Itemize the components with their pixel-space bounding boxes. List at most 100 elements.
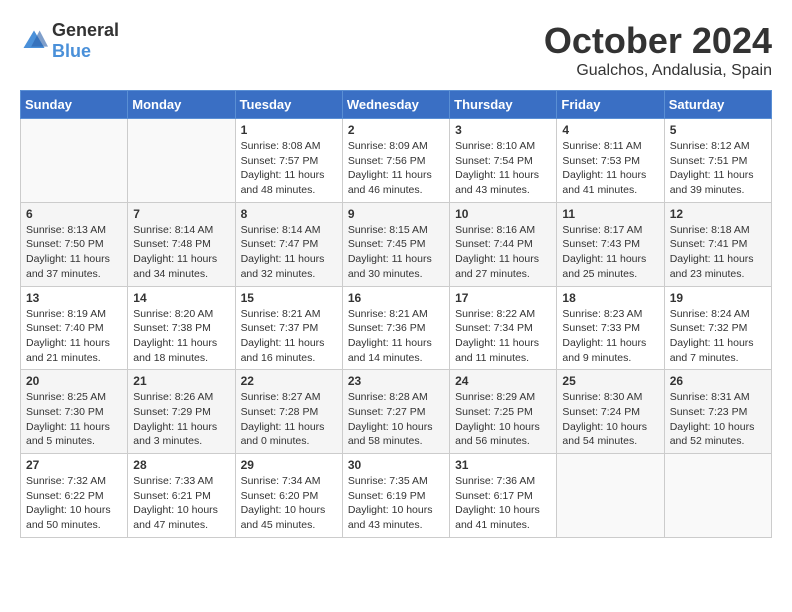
day-info: Sunrise: 7:35 AMSunset: 6:19 PMDaylight:… — [348, 474, 444, 533]
calendar-cell — [664, 454, 771, 538]
logo-icon — [20, 27, 48, 55]
calendar-week-2: 6Sunrise: 8:13 AMSunset: 7:50 PMDaylight… — [21, 202, 772, 286]
calendar-cell: 27 Sunrise: 7:32 AMSunset: 6:22 PMDayligh… — [21, 454, 128, 538]
day-info: Sunrise: 7:33 AMSunset: 6:21 PMDaylight:… — [133, 474, 229, 533]
calendar-cell: 28 Sunrise: 7:33 AMSunset: 6:21 PMDayligh… — [128, 454, 235, 538]
day-number: 18 — [562, 291, 658, 305]
day-info: Sunrise: 8:21 AMSunset: 7:37 PMDaylight:… — [241, 307, 337, 366]
page-header: General Blue October 2024 Gualchos, Anda… — [20, 20, 772, 80]
day-number: 10 — [455, 207, 551, 221]
calendar-cell: 22Sunrise: 8:27 AMSunset: 7:28 PMDayligh… — [235, 370, 342, 454]
day-info: Sunrise: 8:11 AMSunset: 7:53 PMDaylight:… — [562, 139, 658, 198]
calendar-table: Sunday Monday Tuesday Wednesday Thursday… — [20, 90, 772, 538]
calendar-cell: 8Sunrise: 8:14 AMSunset: 7:47 PMDaylight… — [235, 202, 342, 286]
day-number: 29 — [241, 458, 337, 472]
day-number: 2 — [348, 123, 444, 137]
day-number: 4 — [562, 123, 658, 137]
day-info: Sunrise: 8:13 AMSunset: 7:50 PMDaylight:… — [26, 223, 122, 282]
day-number: 19 — [670, 291, 766, 305]
day-info: Sunrise: 8:26 AMSunset: 7:29 PMDaylight:… — [133, 390, 229, 449]
day-info: Sunrise: 8:15 AMSunset: 7:45 PMDaylight:… — [348, 223, 444, 282]
day-info: Sunrise: 8:19 AMSunset: 7:40 PMDaylight:… — [26, 307, 122, 366]
logo: General Blue — [20, 20, 119, 62]
day-info: Sunrise: 8:28 AMSunset: 7:27 PMDaylight:… — [348, 390, 444, 449]
day-info: Sunrise: 7:36 AMSunset: 6:17 PMDaylight:… — [455, 474, 551, 533]
calendar-cell: 18 Sunrise: 8:23 AMSunset: 7:33 PMDayligh… — [557, 286, 664, 370]
day-number: 24 — [455, 374, 551, 388]
day-number: 28 — [133, 458, 229, 472]
calendar-cell: 15 Sunrise: 8:21 AMSunset: 7:37 PMDayligh… — [235, 286, 342, 370]
logo-general: General — [52, 20, 119, 40]
day-number: 13 — [26, 291, 122, 305]
calendar-week-3: 13 Sunrise: 8:19 AMSunset: 7:40 PMDayligh… — [21, 286, 772, 370]
day-number: 25 — [562, 374, 658, 388]
day-number: 23 — [348, 374, 444, 388]
calendar-cell: 9 Sunrise: 8:15 AMSunset: 7:45 PMDaylight… — [342, 202, 449, 286]
calendar-cell: 7 Sunrise: 8:14 AMSunset: 7:48 PMDaylight… — [128, 202, 235, 286]
day-number: 9 — [348, 207, 444, 221]
header-sunday: Sunday — [21, 91, 128, 119]
calendar-cell — [557, 454, 664, 538]
calendar-cell: 10 Sunrise: 8:16 AMSunset: 7:44 PMDayligh… — [450, 202, 557, 286]
day-info: Sunrise: 8:23 AMSunset: 7:33 PMDaylight:… — [562, 307, 658, 366]
day-number: 15 — [241, 291, 337, 305]
day-info: Sunrise: 7:32 AMSunset: 6:22 PMDaylight:… — [26, 474, 122, 533]
day-info: Sunrise: 8:18 AMSunset: 7:41 PMDaylight:… — [670, 223, 766, 282]
logo-blue: Blue — [52, 41, 91, 61]
calendar-cell: 12Sunrise: 8:18 AMSunset: 7:41 PMDayligh… — [664, 202, 771, 286]
header-thursday: Thursday — [450, 91, 557, 119]
day-number: 5 — [670, 123, 766, 137]
calendar-cell: 3 Sunrise: 8:10 AMSunset: 7:54 PMDaylight… — [450, 119, 557, 203]
calendar-cell: 26 Sunrise: 8:31 AMSunset: 7:23 PMDayligh… — [664, 370, 771, 454]
day-info: Sunrise: 8:09 AMSunset: 7:56 PMDaylight:… — [348, 139, 444, 198]
day-number: 7 — [133, 207, 229, 221]
calendar-cell: 2 Sunrise: 8:09 AMSunset: 7:56 PMDaylight… — [342, 119, 449, 203]
header-wednesday: Wednesday — [342, 91, 449, 119]
calendar-cell: 24 Sunrise: 8:29 AMSunset: 7:25 PMDayligh… — [450, 370, 557, 454]
day-number: 20 — [26, 374, 122, 388]
day-info: Sunrise: 7:34 AMSunset: 6:20 PMDaylight:… — [241, 474, 337, 533]
day-number: 27 — [26, 458, 122, 472]
day-info: Sunrise: 8:08 AMSunset: 7:57 PMDaylight:… — [241, 139, 337, 198]
calendar-cell: 20 Sunrise: 8:25 AMSunset: 7:30 PMDayligh… — [21, 370, 128, 454]
calendar-cell: 23 Sunrise: 8:28 AMSunset: 7:27 PMDayligh… — [342, 370, 449, 454]
header-tuesday: Tuesday — [235, 91, 342, 119]
day-number: 14 — [133, 291, 229, 305]
header-friday: Friday — [557, 91, 664, 119]
calendar-cell: 14Sunrise: 8:20 AMSunset: 7:38 PMDayligh… — [128, 286, 235, 370]
calendar-cell: 25Sunrise: 8:30 AMSunset: 7:24 PMDayligh… — [557, 370, 664, 454]
day-number: 8 — [241, 207, 337, 221]
day-number: 3 — [455, 123, 551, 137]
calendar-cell: 11Sunrise: 8:17 AMSunset: 7:43 PMDayligh… — [557, 202, 664, 286]
calendar-cell: 16Sunrise: 8:21 AMSunset: 7:36 PMDayligh… — [342, 286, 449, 370]
header-saturday: Saturday — [664, 91, 771, 119]
day-info: Sunrise: 8:25 AMSunset: 7:30 PMDaylight:… — [26, 390, 122, 449]
day-info: Sunrise: 8:29 AMSunset: 7:25 PMDaylight:… — [455, 390, 551, 449]
calendar-week-5: 27 Sunrise: 7:32 AMSunset: 6:22 PMDayligh… — [21, 454, 772, 538]
calendar-cell: 4 Sunrise: 8:11 AMSunset: 7:53 PMDaylight… — [557, 119, 664, 203]
day-info: Sunrise: 8:16 AMSunset: 7:44 PMDaylight:… — [455, 223, 551, 282]
day-number: 21 — [133, 374, 229, 388]
day-number: 26 — [670, 374, 766, 388]
day-info: Sunrise: 8:10 AMSunset: 7:54 PMDaylight:… — [455, 139, 551, 198]
day-info: Sunrise: 8:12 AMSunset: 7:51 PMDaylight:… — [670, 139, 766, 198]
day-number: 30 — [348, 458, 444, 472]
day-info: Sunrise: 8:17 AMSunset: 7:43 PMDaylight:… — [562, 223, 658, 282]
month-title: October 2024 — [544, 20, 772, 62]
calendar-cell — [128, 119, 235, 203]
title-block: October 2024 Gualchos, Andalusia, Spain — [544, 20, 772, 80]
calendar-cell: 17Sunrise: 8:22 AMSunset: 7:34 PMDayligh… — [450, 286, 557, 370]
day-info: Sunrise: 8:22 AMSunset: 7:34 PMDaylight:… — [455, 307, 551, 366]
day-number: 1 — [241, 123, 337, 137]
calendar-cell: 5 Sunrise: 8:12 AMSunset: 7:51 PMDaylight… — [664, 119, 771, 203]
calendar-cell: 30 Sunrise: 7:35 AMSunset: 6:19 PMDayligh… — [342, 454, 449, 538]
day-info: Sunrise: 8:21 AMSunset: 7:36 PMDaylight:… — [348, 307, 444, 366]
day-info: Sunrise: 8:24 AMSunset: 7:32 PMDaylight:… — [670, 307, 766, 366]
location-title: Gualchos, Andalusia, Spain — [544, 62, 772, 80]
day-info: Sunrise: 8:14 AMSunset: 7:48 PMDaylight:… — [133, 223, 229, 282]
calendar-cell: 1 Sunrise: 8:08 AMSunset: 7:57 PMDaylight… — [235, 119, 342, 203]
day-info: Sunrise: 8:31 AMSunset: 7:23 PMDaylight:… — [670, 390, 766, 449]
calendar-cell: 13 Sunrise: 8:19 AMSunset: 7:40 PMDayligh… — [21, 286, 128, 370]
calendar-cell: 21 Sunrise: 8:26 AMSunset: 7:29 PMDayligh… — [128, 370, 235, 454]
calendar-week-1: 1 Sunrise: 8:08 AMSunset: 7:57 PMDaylight… — [21, 119, 772, 203]
